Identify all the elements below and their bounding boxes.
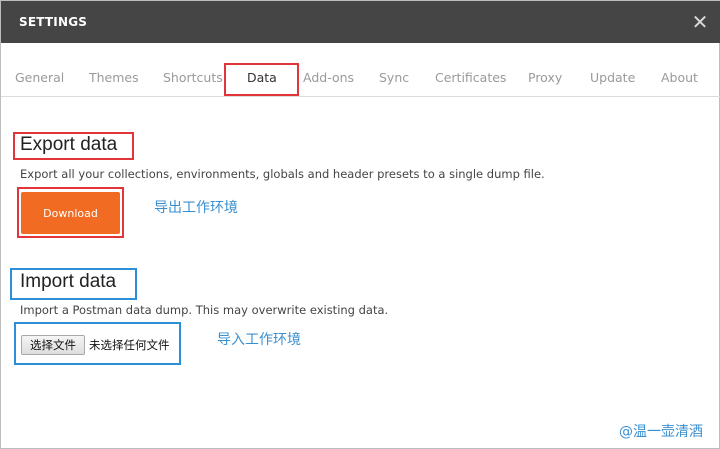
tab-themes[interactable]: Themes xyxy=(89,70,139,85)
choose-file-button[interactable]: 选择文件 xyxy=(21,335,85,355)
close-icon[interactable]: ✕ xyxy=(689,11,711,33)
tab-update[interactable]: Update xyxy=(590,70,635,85)
tab-shortcuts[interactable]: Shortcuts xyxy=(163,70,223,85)
import-title: Import data xyxy=(20,271,117,292)
download-button[interactable]: Download xyxy=(21,192,120,234)
watermark: @温一壶清酒 xyxy=(619,424,703,440)
export-description: Export all your collections, environment… xyxy=(20,167,545,181)
tab-general[interactable]: General xyxy=(15,70,64,85)
modal-title: SETTINGS xyxy=(19,15,88,29)
settings-tabs: General Themes Shortcuts Data Add-ons Sy… xyxy=(1,57,720,97)
modal-header: SETTINGS ✕ xyxy=(1,1,720,43)
export-title: Export data xyxy=(20,134,118,155)
file-status-text: 未选择任何文件 xyxy=(89,338,170,352)
tab-sync[interactable]: Sync xyxy=(379,70,409,85)
export-annotation-note: 导出工作环境 xyxy=(154,200,238,216)
import-annotation-note: 导入工作环境 xyxy=(217,332,301,348)
tab-data[interactable]: Data xyxy=(247,70,277,85)
settings-modal: SETTINGS ✕ General Themes Shortcuts Data… xyxy=(0,0,720,449)
tab-add-ons[interactable]: Add-ons xyxy=(303,70,354,85)
tab-certificates[interactable]: Certificates xyxy=(435,70,506,85)
import-description: Import a Postman data dump. This may ove… xyxy=(20,303,389,317)
tab-proxy[interactable]: Proxy xyxy=(528,70,562,85)
tab-about[interactable]: About xyxy=(661,70,698,85)
